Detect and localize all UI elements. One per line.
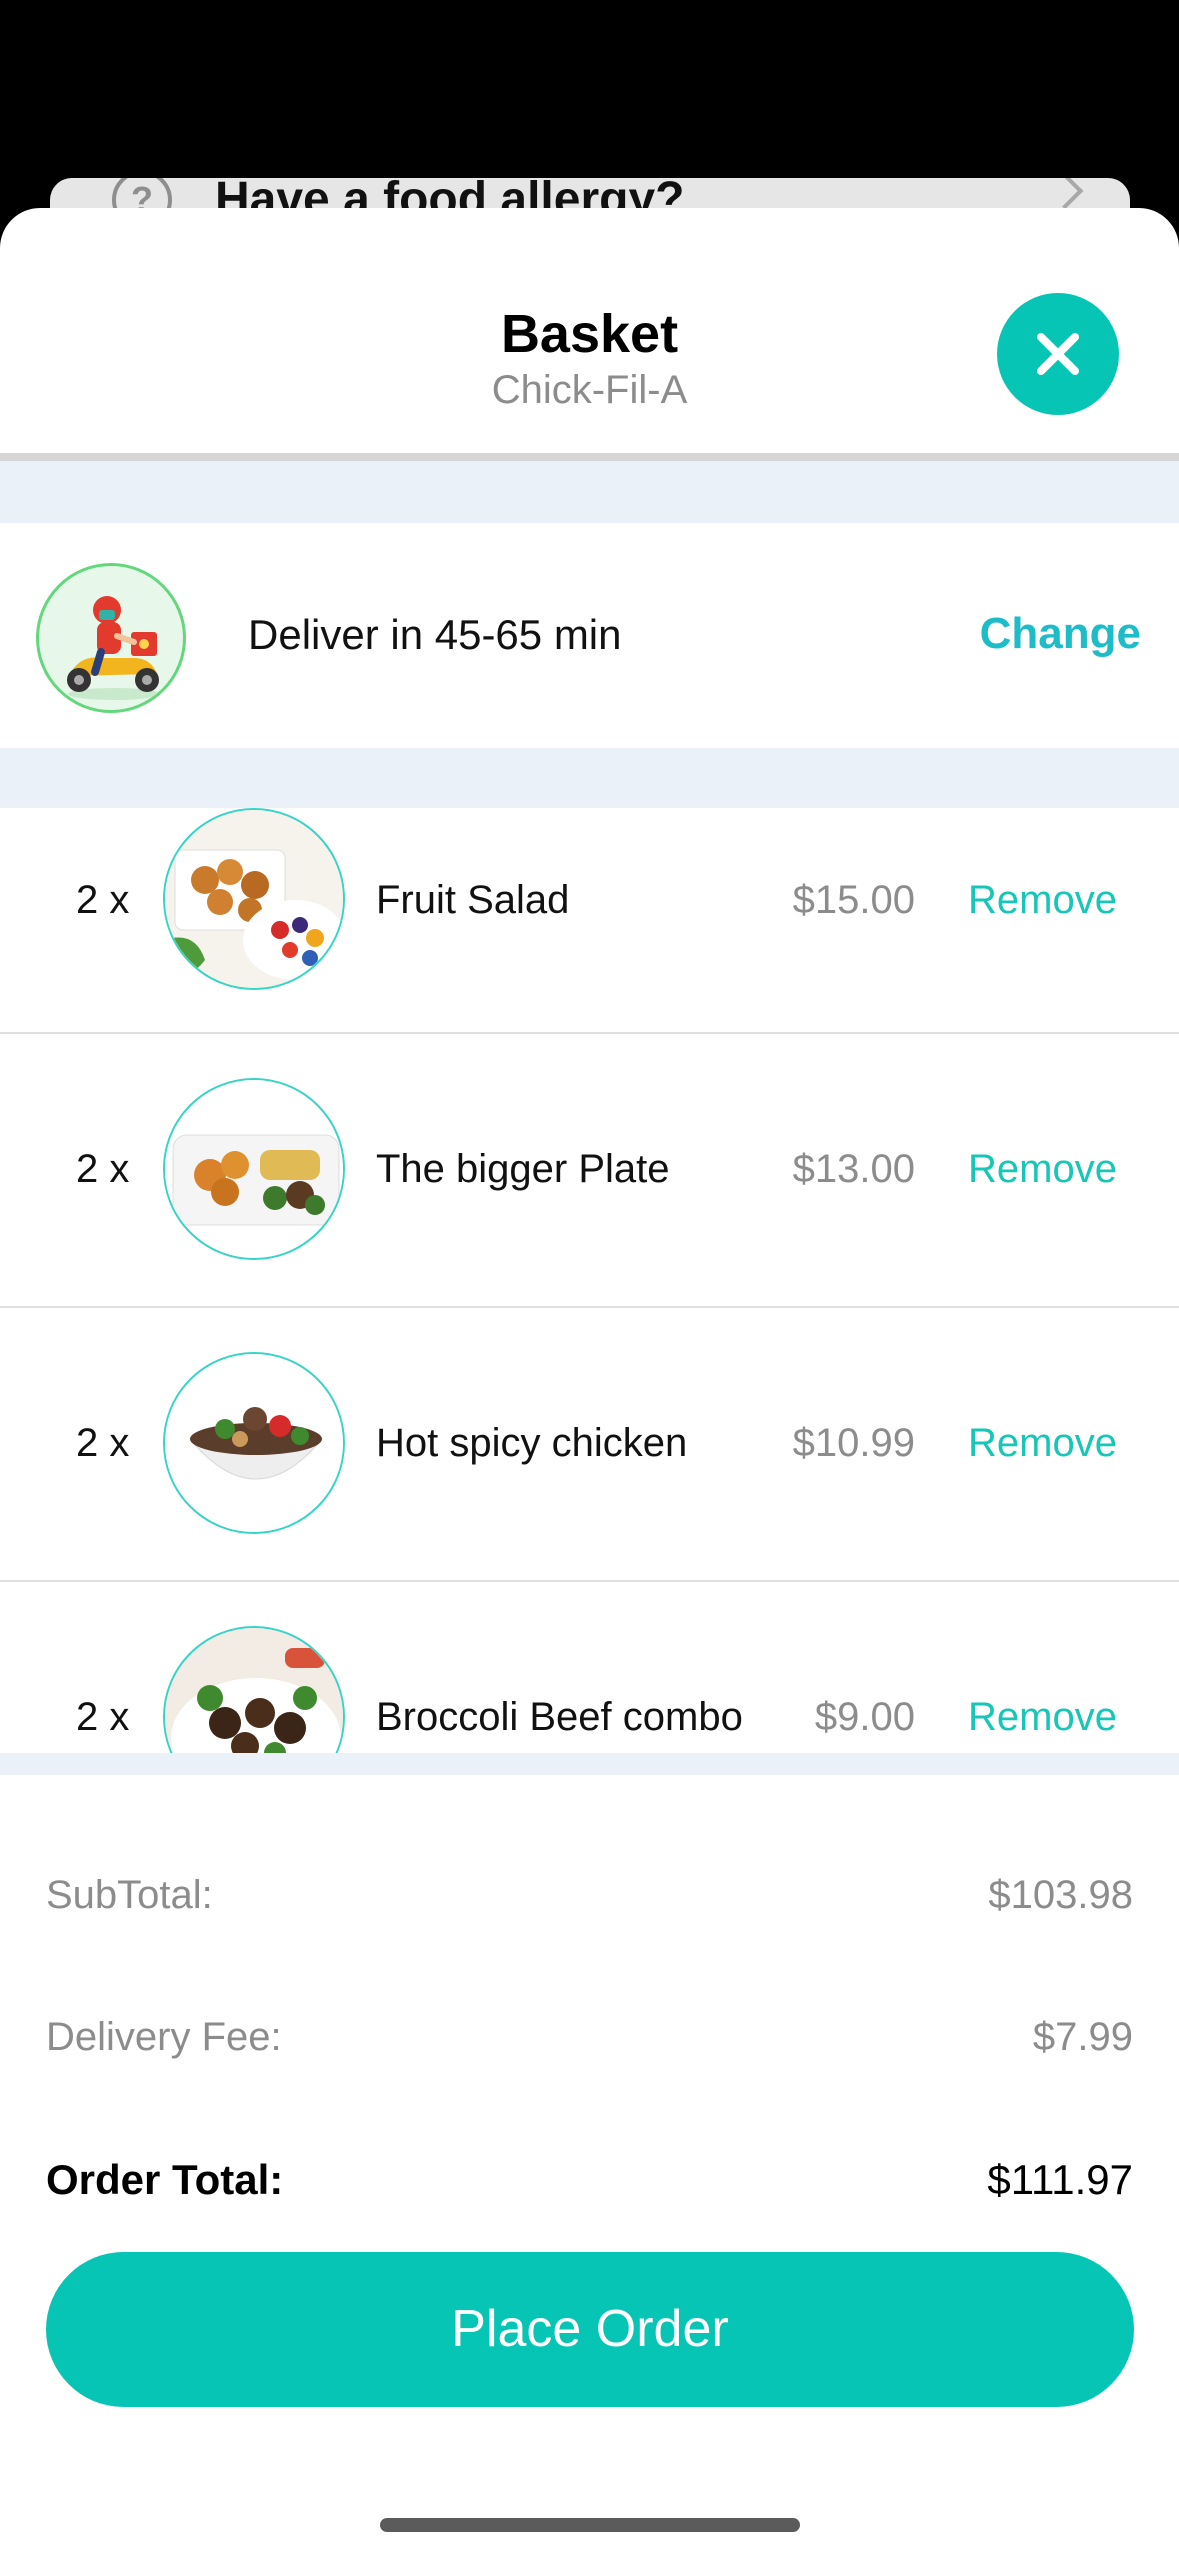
item-quantity: 2 x [76, 1695, 130, 1739]
food-image [163, 1352, 345, 1534]
list-item: 2 x The bigger Plate $13.00 Remove [0, 1034, 1179, 1308]
list-item: 2 x Fruit Salad $15.00 Remove [0, 808, 1179, 1034]
delivery-fee-label: Delivery Fee: [46, 2015, 282, 2059]
item-price: $10.99 [792, 1421, 915, 1465]
remove-item-button[interactable]: Remove [968, 878, 1117, 923]
item-name: Hot spicy chicken [376, 1421, 688, 1465]
order-total-row: Order Total: $111.97 [46, 2156, 1133, 2204]
remove-item-button[interactable]: Remove [968, 1695, 1117, 1740]
home-indicator [380, 2518, 800, 2532]
remove-item-button[interactable]: Remove [968, 1147, 1117, 1192]
basket-sheet: Basket Chick-Fil-A Deliver in 45-65 min … [0, 208, 1179, 2556]
subtotal-row: SubTotal: $103.98 [46, 1873, 1133, 1918]
list-item: 2 x Hot spicy chicken $10.99 Remove [0, 1308, 1179, 1582]
item-quantity: 2 x [76, 1421, 130, 1465]
subtotal-label: SubTotal: [46, 1873, 213, 1917]
food-image [163, 1078, 345, 1260]
food-image [163, 808, 345, 990]
delivery-row: Deliver in 45-65 min Change [0, 523, 1179, 748]
delivery-time: Deliver in 45-65 min [248, 611, 622, 658]
close-icon [1037, 333, 1079, 375]
section-spacer [0, 1753, 1179, 1775]
header-divider [0, 453, 1179, 461]
order-total-label: Order Total: [46, 2156, 284, 2203]
delivery-fee-value: $7.99 [1032, 2015, 1133, 2059]
order-total-value: $111.97 [987, 2156, 1133, 2203]
section-spacer [0, 461, 1179, 523]
item-name: Fruit Salad [376, 878, 570, 922]
delivery-scooter-icon [36, 563, 186, 713]
item-name: The bigger Plate [376, 1147, 670, 1191]
close-button[interactable] [997, 293, 1119, 415]
subtotal-value: $103.98 [988, 1873, 1133, 1917]
basket-items-list: 2 x Fruit Salad $15.00 Remove 2 x The bi… [0, 808, 1179, 1753]
remove-item-button[interactable]: Remove [968, 1421, 1117, 1466]
item-name: Broccoli Beef combo [376, 1695, 743, 1739]
list-item: 2 x Broccoli Beef combo $9.00 Remove [0, 1582, 1179, 1753]
item-quantity: 2 x [76, 878, 130, 922]
delivery-fee-row: Delivery Fee: $7.99 [46, 2015, 1133, 2060]
section-spacer [0, 748, 1179, 808]
item-quantity: 2 x [76, 1147, 130, 1191]
place-order-button[interactable]: Place Order [46, 2252, 1134, 2407]
sheet-header: Basket Chick-Fil-A [0, 208, 1179, 453]
item-price: $9.00 [814, 1695, 915, 1739]
item-price: $15.00 [792, 878, 915, 922]
chevron-right-icon [1046, 178, 1084, 210]
food-image [163, 1626, 345, 1753]
item-price: $13.00 [792, 1147, 915, 1191]
change-delivery-link[interactable]: Change [980, 609, 1141, 659]
